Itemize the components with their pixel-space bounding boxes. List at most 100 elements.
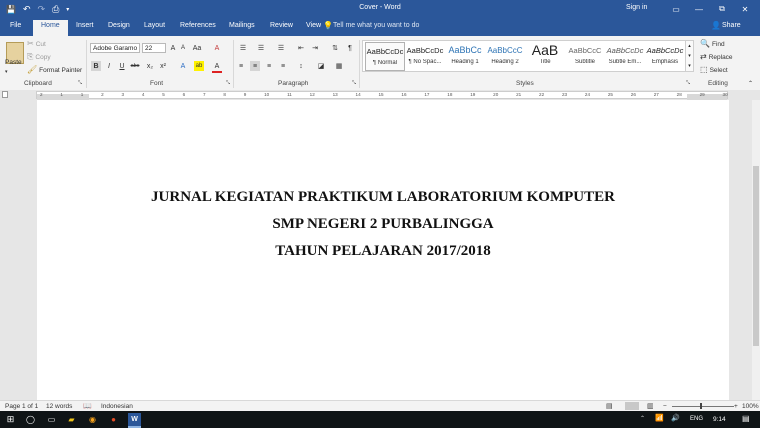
print-layout-icon[interactable] <box>625 402 639 410</box>
tab-selector-icon[interactable] <box>2 91 8 98</box>
tab-layout[interactable]: Layout <box>144 22 165 29</box>
bold-button[interactable]: B <box>91 61 101 71</box>
align-left-icon[interactable]: ≡ <box>236 61 246 71</box>
change-case-button[interactable]: Aa <box>192 43 202 53</box>
style-subtle-emphasis[interactable]: AaBbCcDc Subtle Em... <box>605 42 645 71</box>
italic-button[interactable]: I <box>104 61 114 71</box>
word-taskbar-icon[interactable]: W <box>128 413 141 428</box>
collapse-ribbon-icon[interactable]: ⌃ <box>748 80 753 87</box>
subscript-button[interactable]: x₂ <box>145 61 155 71</box>
align-center-icon[interactable]: ≡ <box>250 61 260 71</box>
numbering-icon[interactable]: ☰ <box>256 43 266 53</box>
font-color-button[interactable]: A <box>212 61 222 73</box>
clock[interactable]: 9:14 <box>713 416 726 423</box>
tray-chevron-icon[interactable]: ⌃ <box>640 415 645 422</box>
vertical-ruler[interactable] <box>0 100 9 400</box>
font-size-box[interactable]: 22 <box>142 43 166 53</box>
tab-mailings[interactable]: Mailings <box>229 22 255 29</box>
styles-launcher-icon[interactable]: ⤡ <box>686 80 690 86</box>
grow-font-button[interactable]: A <box>168 43 178 53</box>
format-painter-button[interactable]: 🖌 Format Painter <box>27 66 82 74</box>
shading-icon[interactable]: ◪ <box>316 61 326 71</box>
zoom-level[interactable]: 100% <box>742 403 759 410</box>
tab-home[interactable]: Home <box>33 20 68 36</box>
borders-icon[interactable]: ▦ <box>334 61 344 71</box>
decrease-indent-icon[interactable]: ⇤ <box>296 43 306 53</box>
paste-dropdown-icon[interactable]: ▾ <box>5 69 8 75</box>
scrollbar-thumb[interactable] <box>753 166 759 346</box>
increase-indent-icon[interactable]: ⇥ <box>310 43 320 53</box>
document-page[interactable]: JURNAL KEGIATAN PRAKTIKUM LABORATORIUM K… <box>37 100 729 400</box>
strikethrough-button[interactable]: abc <box>130 61 140 71</box>
task-view-icon[interactable]: ▭ <box>45 413 58 426</box>
windows-start-icon[interactable]: ⊞ <box>4 413 17 426</box>
style-emphasis[interactable]: AaBbCcDc Emphasis <box>645 42 685 71</box>
show-marks-button[interactable]: ¶ <box>345 43 355 53</box>
font-name-box[interactable]: Adobe Garamo <box>90 43 140 53</box>
style-heading-2[interactable]: AaBbCcC Heading 2 <box>485 42 525 71</box>
cut-button[interactable]: ✂ Cut <box>27 40 46 48</box>
tab-review[interactable]: Review <box>270 22 293 29</box>
search-icon[interactable]: ◯ <box>24 413 37 426</box>
tab-file[interactable]: File <box>10 22 21 29</box>
justify-icon[interactable]: ≡ <box>278 61 288 71</box>
read-mode-icon[interactable]: ▤ <box>606 402 613 410</box>
ruler-number: 1 <box>60 92 63 97</box>
web-layout-icon[interactable]: ▥ <box>647 402 654 410</box>
close-button[interactable]: ✕ <box>736 2 754 16</box>
zoom-slider[interactable] <box>672 406 734 407</box>
find-button[interactable]: 🔍 Find <box>700 40 725 48</box>
app-icon[interactable]: ● <box>107 413 120 426</box>
browser-icon[interactable]: ◉ <box>86 413 99 426</box>
minimize-button[interactable]: — <box>690 2 708 16</box>
tell-me-input[interactable]: Tell me what you want to do <box>333 22 419 29</box>
zoom-in-button[interactable]: + <box>734 403 738 410</box>
style-title[interactable]: AaB Title <box>525 42 565 71</box>
language-indicator[interactable]: Indonesian <box>101 403 133 410</box>
text-effects-button[interactable]: A <box>178 61 188 71</box>
style-subtitle[interactable]: AaBbCcC Subtitle <box>565 42 605 71</box>
tab-design[interactable]: Design <box>108 22 130 29</box>
style-normal[interactable]: AaBbCcDc ¶ Normal <box>365 42 405 71</box>
superscript-button[interactable]: x² <box>158 61 168 71</box>
highlight-button[interactable]: ab <box>194 61 204 71</box>
multilevel-list-icon[interactable]: ☰ <box>276 43 286 53</box>
shrink-font-button[interactable]: A <box>178 43 188 53</box>
proofing-icon[interactable]: 📖 <box>83 402 92 410</box>
underline-button[interactable]: U <box>117 61 127 71</box>
page-count[interactable]: Page 1 of 1 <box>5 403 38 410</box>
horizontal-ruler[interactable]: 2 1 1 2 3 4 5 6 7 8 9 10 11 12 13 14 15 16 17 18 19 20 21 22 23 2… <box>0 90 760 100</box>
ribbon-display-options-icon[interactable]: ▭ <box>667 2 685 16</box>
restore-button[interactable]: ⧉ <box>713 2 731 16</box>
copy-button[interactable]: ⎘ Copy <box>27 53 51 61</box>
font-launcher-icon[interactable]: ⤡ <box>226 80 230 86</box>
vertical-scrollbar[interactable] <box>752 100 760 400</box>
style-no-spacing[interactable]: AaBbCcDc ¶ No Spac... <box>405 42 445 71</box>
notifications-icon[interactable]: ▤ <box>742 414 750 423</box>
style-heading-1[interactable]: AaBbCc Heading 1 <box>445 42 485 71</box>
sign-in-link[interactable]: Sign in <box>626 4 647 11</box>
volume-icon[interactable]: 🔊 <box>671 414 680 422</box>
clear-formatting-button[interactable]: A <box>212 43 222 53</box>
word-count[interactable]: 12 words <box>46 403 72 410</box>
align-right-icon[interactable]: ≡ <box>264 61 274 71</box>
clipboard-launcher-icon[interactable]: ⤡ <box>78 80 82 86</box>
line-spacing-icon[interactable]: ↕ <box>296 61 306 71</box>
tab-insert[interactable]: Insert <box>76 22 94 29</box>
zoom-slider-thumb[interactable] <box>700 403 702 409</box>
replace-button[interactable]: ⇄ Replace <box>700 53 733 61</box>
zoom-out-button[interactable]: − <box>663 403 667 410</box>
file-explorer-icon[interactable]: ▰ <box>65 413 78 426</box>
network-icon[interactable]: 📶 <box>655 414 664 422</box>
sort-icon[interactable]: ⇅ <box>330 43 340 53</box>
ruler-number: 7 <box>203 92 206 97</box>
select-button[interactable]: ⬚ Select <box>700 66 728 74</box>
tab-references[interactable]: References <box>180 22 216 29</box>
share-button[interactable]: Share <box>722 22 741 29</box>
bullets-icon[interactable]: ☰ <box>238 43 248 53</box>
tab-view[interactable]: View <box>306 22 321 29</box>
input-language[interactable]: ENG <box>690 416 703 422</box>
paste-button[interactable]: Paste <box>5 59 22 66</box>
paragraph-launcher-icon[interactable]: ⤡ <box>352 80 356 86</box>
styles-scroll-icon[interactable]: ▴ ▾ ▾ <box>686 40 694 72</box>
